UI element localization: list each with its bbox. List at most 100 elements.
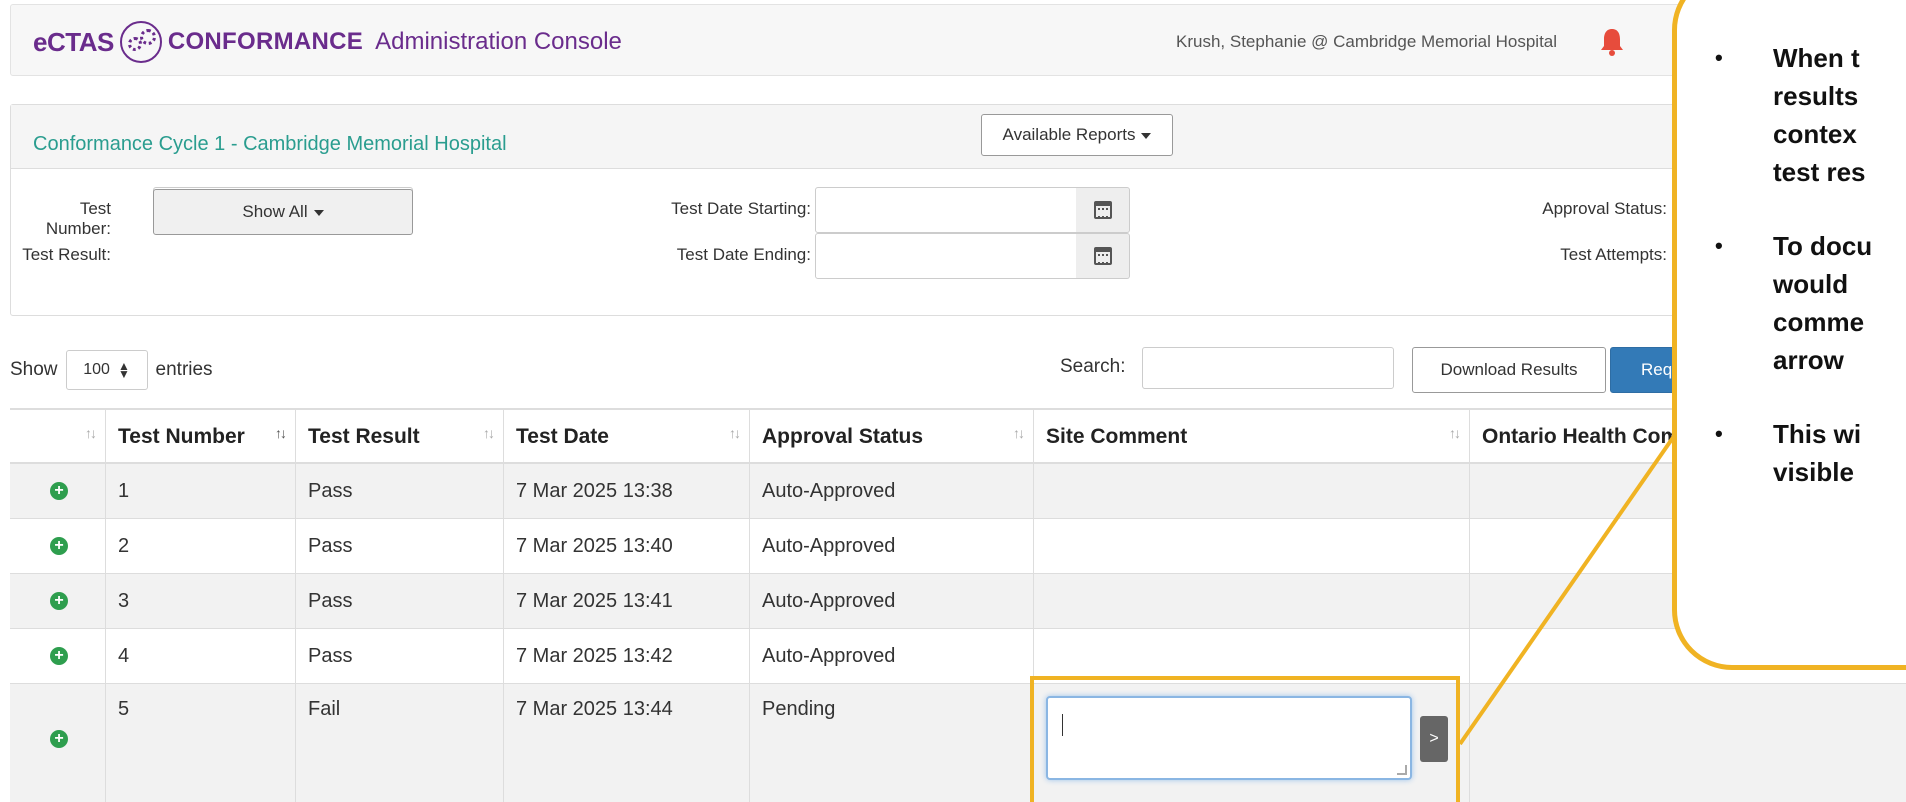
expand-cell[interactable]: + [10,629,106,683]
expand-plus-icon[interactable]: + [50,592,68,610]
expand-plus-icon[interactable]: + [50,647,68,665]
col-ontario-health-comment-label: Ontario Health Comm [1482,425,1698,448]
site-comment-cell[interactable] [1034,574,1470,628]
expand-cell[interactable]: + [10,684,106,802]
callout-item: To docu would comme arrow [1707,227,1906,379]
sort-asc-icon: ↑↓ [275,425,287,441]
sort-icon: ↑↓ [1013,425,1025,441]
table-row[interactable]: + 1 Pass 7 Mar 2025 13:38 Auto-Approved [10,464,1906,519]
test-result-select[interactable]: Show All [153,189,413,235]
test-result-value: Show All [242,202,308,221]
show-label: Show [10,359,58,380]
table-row[interactable]: + 5 Fail 7 Mar 2025 13:44 Pending [10,684,1906,802]
col-site-comment[interactable]: Site Comment ↑↓ [1034,410,1470,464]
expand-plus-icon[interactable]: + [50,482,68,500]
col-test-result[interactable]: Test Result ↑↓ [296,410,504,464]
test-result-cell: Fail [296,684,504,802]
panel-title: Conformance Cycle 1 - Cambridge Memorial… [33,133,507,155]
date-end-input[interactable] [815,233,1077,279]
table-row[interactable]: + 4 Pass 7 Mar 2025 13:42 Auto-Approved [10,629,1906,684]
col-test-result-label: Test Result [308,425,420,448]
download-results-button[interactable]: Download Results [1412,347,1606,393]
user-info[interactable]: Krush, Stephanie @ Cambridge Memorial Ho… [1176,32,1557,52]
col-test-number[interactable]: Test Number ↑↓ [106,410,296,464]
brand-conformance: CONFORMANCE [167,28,364,55]
test-number-label: Test Number: [45,199,111,238]
site-comment-textarea[interactable] [1046,696,1412,780]
ontario-health-comment-cell [1470,684,1906,802]
brand-logo[interactable]: eCTAS CONFORMANCE Administration Console [33,21,622,63]
approval-status-label: Approval Status: [1542,199,1667,218]
site-comment-cell[interactable] [1034,629,1470,683]
test-number-cell: 5 [106,684,296,802]
test-result-cell: Pass [296,519,504,573]
test-number-cell: 4 [106,629,296,683]
results-table-header: ↑↓ Test Number ↑↓ Test Result ↑↓ Test Date… [10,408,1906,464]
sort-icon: ↑↓ [483,425,495,441]
approval-status-cell: Auto-Approved [750,519,1034,573]
calendar-icon [1094,247,1112,265]
test-attempts-label: Test Attempts: [1560,245,1667,264]
submit-comment-button[interactable]: > [1420,716,1448,762]
date-start-calendar-button[interactable] [1076,187,1130,233]
available-reports-label: Available Reports [1002,125,1136,144]
text-cursor [1062,714,1063,736]
sort-icon: ↑↓ [1449,425,1461,441]
test-result-cell: Pass [296,464,504,518]
expand-plus-icon[interactable]: + [50,537,68,555]
filter-panel: Conformance Cycle 1 - Cambridge Memorial… [10,104,1906,316]
bell-icon[interactable] [1599,27,1625,57]
test-number-cell: 3 [106,574,296,628]
panel-header: Conformance Cycle 1 - Cambridge Memorial… [11,105,1905,169]
date-end-calendar-button[interactable] [1076,233,1130,279]
callout-item: This wi visible [1707,415,1906,491]
approval-status-cell: Auto-Approved [750,464,1034,518]
callout-list: When t results contex test res To docu w… [1707,39,1906,527]
approval-status-cell: Pending [750,684,1034,802]
site-comment-cell[interactable] [1034,464,1470,518]
search-label: Search: [1060,356,1126,377]
date-start-input[interactable] [815,187,1077,233]
entries-value: 100 [83,361,110,378]
test-number-cell: 1 [106,464,296,518]
sort-icon: ↑↓ [729,425,741,441]
test-result-cell: Pass [296,629,504,683]
callout-item: When t results contex test res [1707,39,1906,191]
col-test-number-label: Test Number [118,425,245,448]
caret-down-icon [1141,132,1152,139]
updown-icon: ▲ ▼ [117,359,130,381]
approval-status-cell: Auto-Approved [750,574,1034,628]
available-reports-button[interactable]: Available Reports [981,114,1173,156]
calendar-icon [1094,201,1112,219]
expand-cell[interactable]: + [10,464,106,518]
test-date-cell: 7 Mar 2025 13:44 [504,684,750,802]
date-end-label: Test Date Ending: [676,245,811,264]
site-comment-cell[interactable] [1034,519,1470,573]
resize-handle-icon[interactable] [1397,765,1407,775]
date-start-label: Test Date Starting: [671,199,811,218]
col-test-date-label: Test Date [516,425,609,448]
table-row[interactable]: + 3 Pass 7 Mar 2025 13:41 Auto-Approved [10,574,1906,629]
col-approval-status-label: Approval Status [762,425,924,448]
expand-cell[interactable]: + [10,574,106,628]
caret-down-icon [313,209,324,216]
col-expand[interactable]: ↑↓ [10,410,106,464]
col-test-date[interactable]: Test Date ↑↓ [504,410,750,464]
approval-status-cell: Auto-Approved [750,629,1034,683]
test-date-cell: 7 Mar 2025 13:38 [504,464,750,518]
entries-select[interactable]: 100 ▲ ▼ [65,350,148,390]
test-date-cell: 7 Mar 2025 13:40 [504,519,750,573]
expand-plus-icon[interactable]: + [50,730,68,748]
test-result-label: Test Result: [22,245,111,264]
expand-cell[interactable]: + [10,519,106,573]
gears-icon [119,21,162,63]
entries-label: entries [155,359,213,380]
instruction-callout: When t results contex test res To docu w… [1672,0,1906,670]
test-result-cell: Pass [296,574,504,628]
brand-ectas: eCTAS [33,26,114,57]
table-row[interactable]: + 2 Pass 7 Mar 2025 13:40 Auto-Approved [10,519,1906,574]
sort-icon: ↑↓ [85,425,97,441]
col-approval-status[interactable]: Approval Status ↑↓ [750,410,1034,464]
search-input[interactable] [1142,347,1394,389]
test-date-cell: 7 Mar 2025 13:41 [504,574,750,628]
